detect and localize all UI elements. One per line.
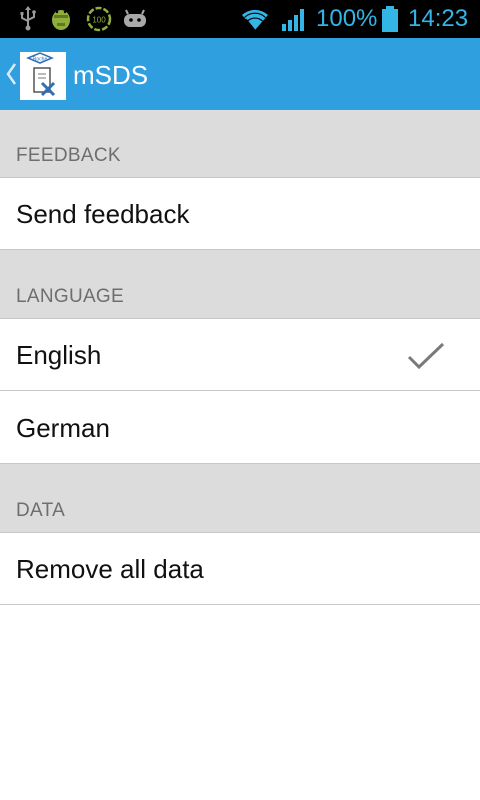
section-header-label: LANGUAGE [16,286,124,307]
language-item-german[interactable]: German [0,392,480,464]
signal-icon [282,9,304,31]
battery-icon [382,6,398,32]
checkmark-icon [407,342,445,370]
wifi-icon [242,9,268,31]
section-header-label: DATA [16,500,66,521]
back-chevron-icon [6,63,17,85]
send-feedback-item[interactable]: Send feedback [0,178,480,250]
app-icon: Roche [20,52,66,100]
section-header-feedback: FEEDBACK [0,110,480,178]
svg-text:100: 100 [92,16,106,25]
remove-all-data-item[interactable]: Remove all data [0,533,480,605]
usb-icon [20,6,36,31]
section-header-label: FEEDBACK [16,145,121,166]
clock: 14:23 [408,5,469,32]
battery-full-notification-icon: 100 [86,6,112,32]
language-item-english[interactable]: English [0,319,480,391]
section-header-language: LANGUAGE [0,250,480,319]
battery-percent: 100% [316,5,378,32]
app-title: mSDS [73,60,149,90]
section-header-data: DATA [0,464,480,533]
status-bar: 100 100% 14:23 [0,0,480,38]
list-item-label: English [16,340,102,370]
action-bar: Roche mSDS [0,38,480,110]
list-item-label: Send feedback [16,199,190,229]
svg-text:Roche: Roche [33,56,48,62]
android-gamepad-icon [124,9,146,27]
list-item-label: German [16,413,110,443]
list-item-label: Remove all data [16,554,204,584]
android-debug-icon [52,10,70,30]
